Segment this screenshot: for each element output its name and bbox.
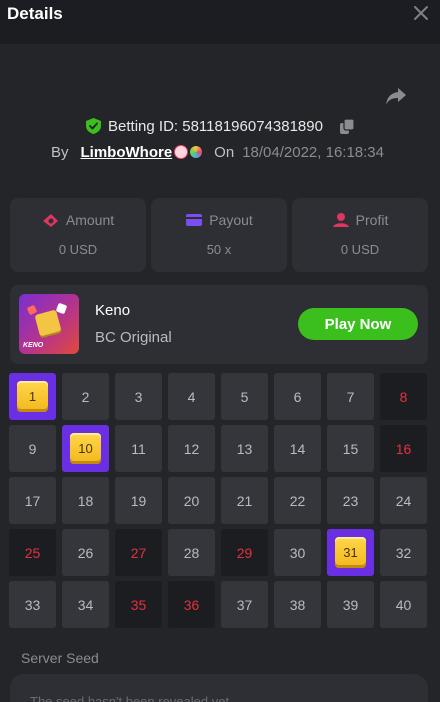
keno-cell: 3 bbox=[115, 373, 162, 420]
profit-card: Profit 0 USD bbox=[292, 198, 428, 272]
lollipop-emoji-icon bbox=[190, 146, 203, 158]
server-seed-placeholder: The seed hasn't been revealed yet bbox=[30, 694, 230, 702]
share-icon[interactable] bbox=[385, 86, 407, 106]
betting-id: Betting ID: 58118196074381890 bbox=[108, 117, 323, 135]
profit-label: Profit bbox=[355, 212, 389, 228]
keno-cell: 33 bbox=[9, 581, 56, 628]
clown-emoji-icon bbox=[174, 145, 189, 159]
keno-cell: 24 bbox=[380, 477, 427, 524]
keno-cell: 38 bbox=[274, 581, 321, 628]
payout-value: 50 x bbox=[206, 242, 232, 257]
keno-cell: 40 bbox=[380, 581, 427, 628]
keno-cell: 25 bbox=[9, 529, 56, 576]
keno-cell: 26 bbox=[62, 529, 109, 576]
keno-cell: 8 bbox=[380, 373, 427, 420]
cash-icon bbox=[42, 214, 58, 227]
keno-cell: 22 bbox=[274, 477, 321, 524]
game-subtitle: BC Original bbox=[95, 329, 172, 346]
keno-cell: 11 bbox=[115, 425, 162, 472]
keno-cell: 4 bbox=[168, 373, 215, 420]
keno-cell: 12 bbox=[168, 425, 215, 472]
keno-cell: 32 bbox=[380, 529, 427, 576]
keno-cell: 9 bbox=[9, 425, 56, 472]
amount-value: 0 USD bbox=[58, 242, 98, 257]
keno-cell: 23 bbox=[327, 477, 374, 524]
profit-value: 0 USD bbox=[340, 242, 380, 257]
keno-cell: 13 bbox=[221, 425, 268, 472]
keno-cell: 17 bbox=[9, 477, 56, 524]
keno-cell: 35 bbox=[115, 581, 162, 628]
game-card: KENO Keno BC Original Play Now bbox=[10, 285, 428, 364]
username-link[interactable]: LimboWhore bbox=[81, 144, 173, 161]
keno-cell: 21 bbox=[221, 477, 268, 524]
bet-date: 18/04/2022, 16:18:34 bbox=[242, 143, 384, 161]
shield-check-icon bbox=[86, 118, 102, 134]
amount-card: Amount 0 USD bbox=[10, 198, 146, 272]
keno-hit-gem: 10 bbox=[70, 433, 101, 464]
server-seed-label: Server Seed bbox=[21, 650, 99, 666]
dice-icon bbox=[34, 309, 62, 337]
keno-cell: 1 bbox=[9, 373, 56, 420]
thumbnail-text: KENO bbox=[23, 342, 44, 349]
keno-cell: 18 bbox=[62, 477, 109, 524]
details-header: Details bbox=[0, 0, 440, 44]
keno-cell: 29 bbox=[221, 529, 268, 576]
keno-cell: 10 bbox=[62, 425, 109, 472]
game-name: Keno bbox=[95, 302, 131, 319]
keno-cell: 14 bbox=[274, 425, 321, 472]
keno-cell: 5 bbox=[221, 373, 268, 420]
keno-cell: 16 bbox=[380, 425, 427, 472]
keno-hit-gem: 1 bbox=[17, 381, 48, 412]
keno-cell: 30 bbox=[274, 529, 321, 576]
keno-cell: 36 bbox=[168, 581, 215, 628]
keno-cell: 34 bbox=[62, 581, 109, 628]
keno-cell: 7 bbox=[327, 373, 374, 420]
page-title: Details bbox=[7, 4, 63, 23]
keno-cell: 39 bbox=[327, 581, 374, 628]
bettor-row: By LimboWhore On 18/04/2022, 16:18:34 bbox=[51, 142, 384, 162]
keno-cell: 28 bbox=[168, 529, 215, 576]
betting-id-row: Betting ID: 58118196074381890 bbox=[0, 116, 440, 136]
amount-label: Amount bbox=[65, 212, 115, 228]
keno-board: 1 2 3 4 5 6 7 8 9 10 11 12 13 14 15 16 17 18 19 20 21 22 23 24 2… bbox=[9, 373, 428, 628]
wallet-icon bbox=[186, 214, 203, 226]
payout-label: Payout bbox=[209, 212, 253, 228]
keno-cell: 6 bbox=[274, 373, 321, 420]
keno-hit-gem: 31 bbox=[335, 537, 366, 568]
keno-cell: 15 bbox=[327, 425, 374, 472]
keno-cell: 37 bbox=[221, 581, 268, 628]
keno-thumbnail[interactable]: KENO bbox=[19, 294, 79, 354]
by-label: By bbox=[51, 143, 69, 161]
on-label: On bbox=[214, 143, 235, 161]
keno-cell: 2 bbox=[62, 373, 109, 420]
keno-cell: 27 bbox=[115, 529, 162, 576]
payout-card: Payout 50 x bbox=[151, 198, 287, 272]
copy-icon[interactable] bbox=[339, 118, 354, 134]
server-seed-field[interactable]: The seed hasn't been revealed yet bbox=[10, 674, 428, 702]
keno-cell: 19 bbox=[115, 477, 162, 524]
keno-cell: 20 bbox=[168, 477, 215, 524]
close-icon[interactable] bbox=[412, 4, 430, 22]
profit-icon bbox=[332, 213, 349, 227]
keno-cell: 31 bbox=[327, 529, 374, 576]
play-now-button[interactable]: Play Now bbox=[298, 308, 418, 340]
